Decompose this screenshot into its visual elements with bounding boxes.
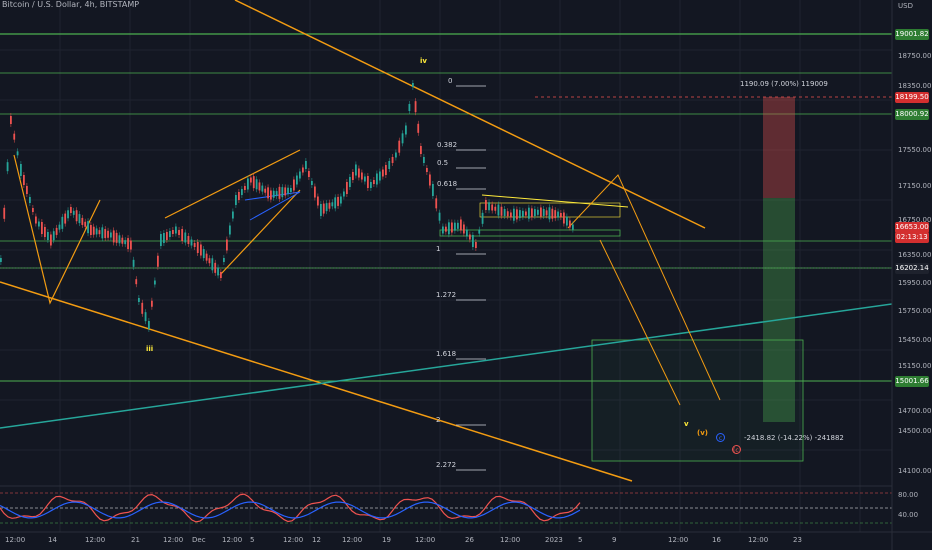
time-tick: 2023 [545, 536, 563, 544]
wave-path-mid [164, 149, 301, 219]
price-tick: 18750.00 [898, 52, 932, 60]
osc-tick: 40.00 [898, 511, 919, 519]
time-tick: 12:00 [222, 536, 243, 544]
price-tick: 14100.00 [898, 467, 932, 475]
candlesticks [0, 80, 574, 332]
fib-label: 1.618 [436, 350, 457, 358]
wave-circle-c-paren: (c) [732, 445, 741, 454]
wave-circle-c: c [716, 433, 725, 442]
time-tick: 5 [578, 536, 583, 544]
osc-tick: 80.00 [898, 491, 919, 499]
time-tick: 12:00 [748, 536, 769, 544]
target-bottom-annotation: -2418.82 (-14.22%) -241882 [744, 434, 844, 442]
price-tick: 15150.00 [898, 362, 932, 370]
wave-label-v: v [684, 420, 689, 428]
wave-label-v-paren: (v) [697, 429, 708, 437]
fib-label: 2.272 [436, 461, 457, 469]
price-tick: 15950.00 [898, 279, 932, 287]
time-tick: 12 [312, 536, 321, 544]
fib-label: 0.618 [437, 180, 458, 188]
time-tick: 12:00 [342, 536, 363, 544]
price-tick: 18350.00 [898, 82, 932, 90]
price-label: 18000.92 [895, 109, 929, 120]
price-label: 02:13:13 [895, 232, 929, 243]
fib-label: 0.382 [437, 141, 458, 149]
currency-label: USD [898, 2, 913, 10]
fib-lines [456, 85, 486, 471]
wave-label-iii: iii [146, 345, 154, 353]
time-tick: 21 [131, 536, 140, 544]
time-tick: 12:00 [163, 536, 184, 544]
time-tick: 9 [612, 536, 617, 544]
price-tick: 16350.00 [898, 251, 932, 259]
price-label: 18199.50 [895, 92, 929, 103]
fib-label: 0.5 [437, 159, 449, 167]
triangle-top [481, 194, 629, 208]
price-tick: 15450.00 [898, 336, 932, 344]
fib-label: 1 [436, 245, 441, 253]
time-tick: 12:00 [85, 536, 106, 544]
time-tick: 16 [712, 536, 721, 544]
time-tick: Dec [192, 536, 206, 544]
price-tick: 17150.00 [898, 182, 932, 190]
wave-path-blue [244, 191, 301, 221]
wave-path-mid2 [219, 189, 301, 276]
price-label: 15001.66 [895, 376, 929, 387]
time-tick: 12:00 [5, 536, 26, 544]
position-risk-zone [763, 97, 795, 198]
time-tick: 12:00 [415, 536, 436, 544]
target-top-annotation: 1190.09 (7.00%) 119009 [740, 80, 828, 88]
chart-title: Bitcoin / U.S. Dollar, 4h, BITSTAMP [2, 0, 140, 9]
fib-label: 0 [448, 77, 453, 85]
time-tick: 19 [382, 536, 391, 544]
price-tick: 14700.00 [898, 407, 932, 415]
price-label: 16202.14 [895, 263, 929, 274]
wave-label-iv: iv [420, 57, 427, 65]
time-tick: 12:00 [283, 536, 304, 544]
fib-label: 2 [436, 416, 441, 424]
price-tick: 15750.00 [898, 307, 932, 315]
fib-label: 1.272 [436, 291, 457, 299]
oscillator-blue-line [0, 501, 581, 519]
price-tick: 14500.00 [898, 427, 932, 435]
price-label: 19001.82 [895, 29, 929, 40]
price-tick: 17550.00 [898, 146, 932, 154]
time-tick: 5 [250, 536, 255, 544]
time-tick: 14 [48, 536, 57, 544]
time-tick: 12:00 [668, 536, 689, 544]
target-box [591, 339, 804, 462]
time-tick: 23 [793, 536, 802, 544]
time-tick: 26 [465, 536, 474, 544]
time-tick: 12:00 [500, 536, 521, 544]
